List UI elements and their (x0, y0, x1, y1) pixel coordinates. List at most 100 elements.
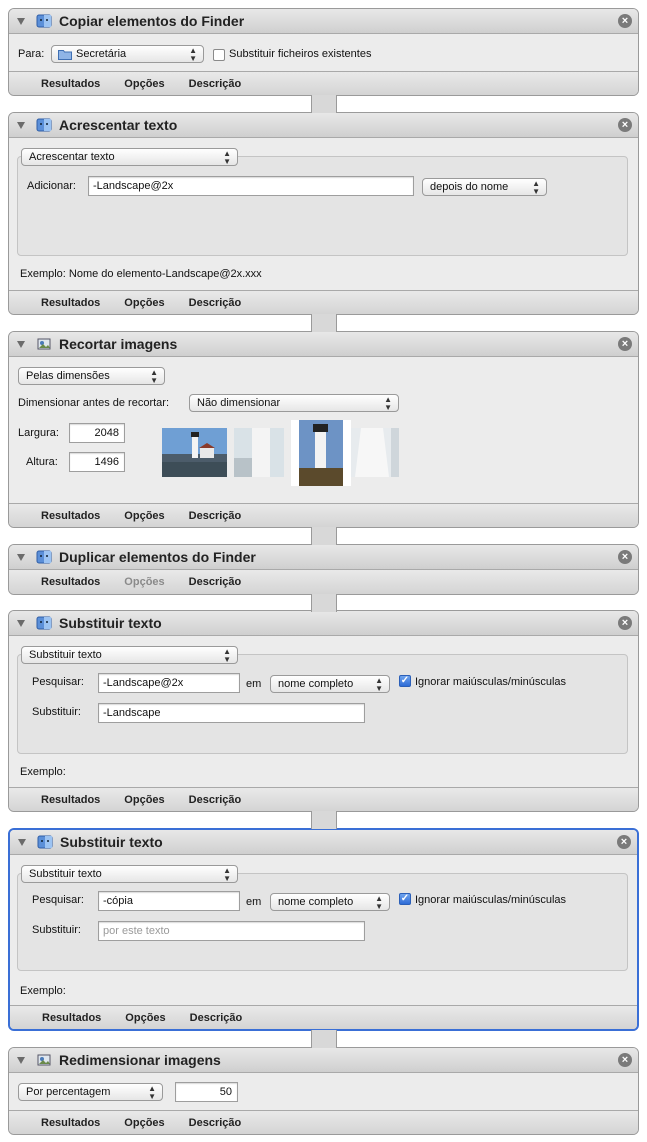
action-title-bar[interactable]: Redimensionar imagens × (9, 1048, 638, 1073)
position-popup[interactable]: depois do nome ▲ ▼ (422, 178, 547, 196)
description-tab[interactable]: Descrição (189, 794, 242, 806)
ignore-case-checkbox[interactable]: ✓ (399, 675, 411, 687)
close-icon[interactable]: × (618, 616, 632, 630)
to-label: Para: (18, 48, 45, 60)
in-label: em (246, 678, 262, 690)
description-tab[interactable]: Descrição (189, 297, 242, 309)
percent-field[interactable]: 50 (175, 1082, 238, 1102)
options-tab[interactable]: Opções (125, 1012, 165, 1024)
height-label: Altura: (26, 456, 58, 468)
disclosure-triangle-icon[interactable] (17, 340, 25, 348)
action-title-bar[interactable]: Substituir texto × (10, 830, 637, 855)
close-icon[interactable]: × (618, 337, 632, 351)
ignore-case-checkbox[interactable]: ✓ (399, 893, 411, 905)
crop-thumbnail-detail[interactable] (351, 428, 399, 477)
disclosure-triangle-icon[interactable] (17, 619, 25, 627)
action-title-bar[interactable]: Copiar elementos do Finder × (9, 9, 638, 34)
action-footer: Resultados Opções Descrição (9, 71, 638, 95)
options-tab[interactable]: Opções (124, 297, 164, 309)
crop-thumbnail-center[interactable] (234, 428, 284, 477)
close-icon[interactable]: × (618, 1053, 632, 1067)
action-title-bar[interactable]: Recortar imagens × (9, 332, 638, 357)
scale-popup[interactable]: Não dimensionar ▲ ▼ (189, 394, 399, 412)
options-tab[interactable]: Opções (124, 1117, 164, 1129)
finder-icon (35, 549, 53, 565)
description-tab[interactable]: Descrição (190, 1012, 243, 1024)
mode-popup[interactable]: Substituir texto ▲ ▼ (21, 646, 238, 664)
replace-existing-checkbox[interactable] (213, 49, 225, 61)
action-replace-text-2[interactable]: Substituir texto × Substituir texto ▲ ▼ P… (8, 828, 639, 1031)
flow-connector (311, 811, 337, 829)
resize-mode-popup[interactable]: Por percentagem ▲ ▼ (18, 1083, 163, 1101)
close-icon[interactable]: × (618, 14, 632, 28)
destination-popup[interactable]: Secretária ▲ ▼ (51, 45, 204, 63)
results-tab[interactable]: Resultados (41, 510, 100, 522)
action-footer: Resultados Opções Descrição (9, 290, 638, 314)
find-field[interactable]: -Landscape@2x (98, 673, 240, 693)
action-crop-images: Recortar imagens × Pelas dimensões ▲ ▼ Di… (8, 331, 639, 528)
scope-popup[interactable]: nome completo ▲ ▼ (270, 893, 390, 911)
replace-label: Substituir: (32, 924, 81, 936)
options-tab[interactable]: Opções (124, 78, 164, 90)
add-label: Adicionar: (27, 180, 76, 192)
width-field[interactable]: 2048 (69, 423, 125, 443)
flow-connector (311, 594, 337, 612)
flow-connector (311, 527, 337, 545)
description-tab[interactable]: Descrição (189, 78, 242, 90)
options-tab[interactable]: Opções (124, 510, 164, 522)
height-field[interactable]: 1496 (69, 452, 125, 472)
replace-label: Substituir: (32, 706, 81, 718)
disclosure-triangle-icon[interactable] (17, 1056, 25, 1064)
find-field[interactable]: -cópia (98, 891, 240, 911)
replace-field[interactable]: -Landscape (98, 703, 365, 723)
description-tab[interactable]: Descrição (189, 576, 242, 588)
popup-arrows-icon: ▲ ▼ (532, 179, 540, 196)
disclosure-triangle-icon[interactable] (17, 121, 25, 129)
results-tab[interactable]: Resultados (41, 794, 100, 806)
results-tab[interactable]: Resultados (41, 576, 100, 588)
crop-mode-value: Pelas dimensões (26, 370, 110, 382)
action-footer: Resultados Opções Descrição (9, 570, 638, 594)
close-icon[interactable]: × (618, 550, 632, 564)
crop-thumbnail-landscape[interactable] (162, 428, 227, 477)
action-add-text: Acrescentar texto × Acrescentar texto ▲ ▼… (8, 112, 639, 315)
results-tab[interactable]: Resultados (42, 1012, 101, 1024)
popup-arrows-icon: ▲ ▼ (223, 149, 231, 166)
options-tab[interactable]: Opções (124, 794, 164, 806)
mode-popup[interactable]: Substituir texto ▲ ▼ (21, 865, 238, 883)
replace-field[interactable]: por este texto (98, 921, 365, 941)
mode-value: Substituir texto (29, 868, 102, 880)
action-footer: Resultados Opções Descrição (10, 1005, 637, 1029)
action-title-bar[interactable]: Acrescentar texto × (9, 113, 638, 138)
action-copy-finder-items: Copiar elementos do Finder × Para: Secre… (8, 8, 639, 96)
action-footer: Resultados Opções Descrição (9, 503, 638, 527)
popup-arrows-icon: ▲ ▼ (223, 866, 231, 883)
add-text-field[interactable]: -Landscape@2x (88, 176, 414, 196)
close-icon[interactable]: × (618, 118, 632, 132)
action-title: Recortar imagens (59, 336, 178, 352)
scope-popup[interactable]: nome completo ▲ ▼ (270, 675, 390, 693)
action-content: Pelas dimensões ▲ ▼ Dimensionar antes de … (9, 357, 638, 503)
disclosure-triangle-icon[interactable] (17, 553, 25, 561)
disclosure-triangle-icon[interactable] (18, 838, 26, 846)
flow-connector (311, 314, 337, 332)
action-footer: Resultados Opções Descrição (9, 787, 638, 811)
results-tab[interactable]: Resultados (41, 78, 100, 90)
crop-thumbnail-selected[interactable] (291, 420, 351, 486)
crop-mode-popup[interactable]: Pelas dimensões ▲ ▼ (18, 367, 165, 385)
action-title-bar[interactable]: Substituir texto × (9, 611, 638, 636)
mode-popup[interactable]: Acrescentar texto ▲ ▼ (21, 148, 238, 166)
close-icon[interactable]: × (617, 835, 631, 849)
results-tab[interactable]: Resultados (41, 1117, 100, 1129)
description-tab[interactable]: Descrição (189, 510, 242, 522)
find-label: Pesquisar: (32, 676, 84, 688)
scope-value: nome completo (278, 896, 354, 908)
position-value: depois do nome (430, 181, 509, 193)
disclosure-triangle-icon[interactable] (17, 17, 25, 25)
action-content: Por percentagem ▲ ▼ 50 (9, 1073, 638, 1110)
finder-icon (36, 834, 54, 850)
description-tab[interactable]: Descrição (189, 1117, 242, 1129)
results-tab[interactable]: Resultados (41, 297, 100, 309)
action-title-bar[interactable]: Duplicar elementos do Finder × (9, 545, 638, 570)
popup-arrows-icon: ▲ ▼ (189, 46, 197, 63)
